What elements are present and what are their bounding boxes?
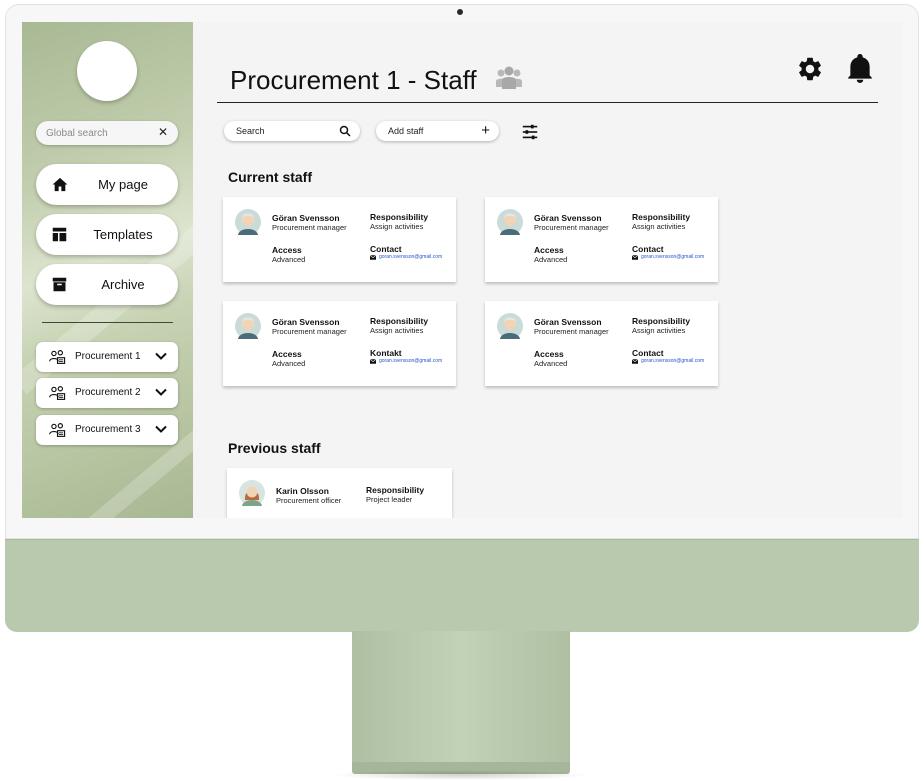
staff-name: Göran Svensson [272,317,340,327]
mail-icon [632,359,638,364]
staff-name: Karin Olsson [276,486,329,496]
staff-card[interactable]: Göran Svensson Procurement manager Respo… [223,301,456,386]
responsibility-value: Project leader [366,495,413,504]
staff-card[interactable]: Göran Svensson Procurement manager Respo… [223,197,456,282]
staff-search-input[interactable] [236,121,336,141]
home-icon [52,177,68,192]
group-icon [49,350,66,364]
avatar-icon [239,480,265,506]
contact-label: Contact [370,244,402,254]
page-title: Procurement 1 - Staff [230,65,477,95]
contact-label: Contact [632,244,664,254]
access-value: Advanced [534,255,568,264]
access-value: Advanced [272,359,306,368]
email-link[interactable]: goran.svensson@gmail.com [641,358,704,364]
filter-icon[interactable] [521,123,539,141]
access-value: Advanced [534,359,568,368]
bell-icon[interactable] [847,54,873,84]
sidebar: ✕ My page Templates Archive Procurement … [22,22,193,518]
responsibility-value: Assign activities [632,326,686,335]
mail-icon [632,255,638,260]
nav-label: Archive [101,277,145,292]
mail-icon [370,255,376,260]
staff-role: Procurement manager [272,327,347,336]
current-staff-heading: Current staff [228,169,313,185]
staff-search-box [224,121,360,141]
procurement-1-item[interactable]: Procurement 1 [36,342,178,372]
chevron-down-icon[interactable] [155,425,167,434]
search-icon[interactable] [339,125,351,137]
group-icon [49,423,66,437]
group-icon [49,386,66,400]
chevron-down-icon[interactable] [155,388,167,397]
responsibility-value: Assign activities [370,222,424,231]
archive-icon [52,277,67,292]
nav-archive-button[interactable]: Archive [36,264,178,305]
staff-card[interactable]: Göran Svensson Procurement manager Respo… [485,197,718,282]
contact-label: Kontakt [370,348,402,358]
chevron-down-icon[interactable] [155,352,167,361]
access-value: Advanced [272,255,306,264]
access-label: Access [272,245,302,255]
mail-icon [370,359,376,364]
sidebar-divider [42,322,173,323]
stand-shadow [330,770,592,780]
nav-templates-button[interactable]: Templates [36,214,178,255]
templates-icon [52,227,67,242]
procurement-label: Procurement 2 [75,387,141,398]
responsibility-label: Responsibility [366,485,425,495]
main-content: Procurement 1 - Staff Add staff + Curren… [193,22,902,518]
staff-name: Göran Svensson [272,213,340,223]
previous-staff-card[interactable]: Karin Olsson Procurement officer Respons… [227,468,452,518]
nav-label: Templates [93,227,153,242]
email-link[interactable]: goran.svensson@gmail.com [641,254,704,260]
responsibility-label: Responsibility [370,316,429,326]
plus-icon: + [481,122,490,139]
responsibility-value: Assign activities [370,326,424,335]
staff-role: Procurement manager [534,223,609,232]
staff-role: Procurement manager [534,327,609,336]
procurement-3-item[interactable]: Procurement 3 [36,415,178,445]
staff-role: Procurement manager [272,223,347,232]
contact-label: Contact [632,348,664,358]
staff-role: Procurement officer [276,496,342,505]
avatar-icon [497,209,523,235]
responsibility-value: Assign activities [632,222,686,231]
user-avatar[interactable] [77,41,137,101]
monitor-chin [5,539,919,632]
global-search-input[interactable] [46,121,156,145]
access-label: Access [534,245,564,255]
responsibility-label: Responsibility [632,212,691,222]
staff-name: Göran Svensson [534,317,602,327]
monitor-stand [352,631,570,764]
nav-my-page-button[interactable]: My page [36,164,178,205]
add-staff-button[interactable]: Add staff + [376,121,499,141]
nav-label: My page [98,177,148,192]
avatar-icon [497,313,523,339]
title-divider [217,102,878,103]
procurement-label: Procurement 3 [75,424,141,435]
add-staff-label: Add staff [388,126,424,136]
email-link[interactable]: goran.svensson@gmail.com [379,358,442,364]
access-label: Access [534,349,564,359]
avatar-icon [235,313,261,339]
close-icon[interactable]: ✕ [158,125,168,139]
avatar-icon [235,209,261,235]
procurement-label: Procurement 1 [75,351,141,362]
responsibility-label: Responsibility [370,212,429,222]
access-label: Access [272,349,302,359]
camera-dot [457,9,463,15]
people-icon [496,66,522,89]
global-search-box: ✕ [36,121,178,145]
responsibility-label: Responsibility [632,316,691,326]
email-link[interactable]: goran.svensson@gmail.com [379,254,442,260]
screen: ✕ My page Templates Archive Procurement … [22,22,902,518]
gear-icon[interactable] [796,55,824,83]
procurement-2-item[interactable]: Procurement 2 [36,378,178,408]
staff-card[interactable]: Göran Svensson Procurement manager Respo… [485,301,718,386]
previous-staff-heading: Previous staff [228,440,321,456]
staff-name: Göran Svensson [534,213,602,223]
